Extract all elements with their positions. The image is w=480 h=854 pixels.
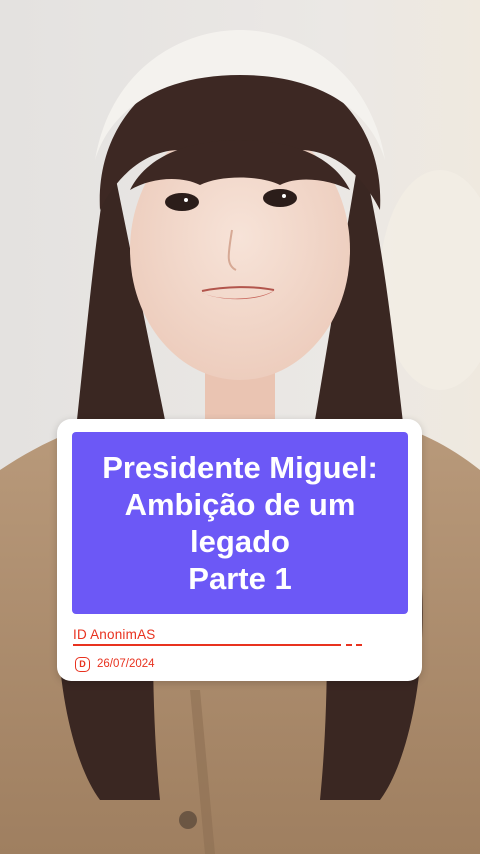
underline-dash [346, 644, 352, 646]
date-row: D 26/07/2024 [75, 655, 155, 673]
title-line-4: Parte 1 [188, 561, 292, 596]
document-icon: D [75, 656, 90, 672]
author-id-row: ID AnonimAS [73, 625, 363, 647]
title-line-1: Presidente Miguel: [102, 450, 378, 485]
author-underline [73, 644, 341, 646]
video-frame: Presidente Miguel: Ambição de um legado … [0, 0, 480, 854]
title-card: Presidente Miguel: Ambição de um legado … [57, 419, 422, 681]
title-line-3: legado [190, 524, 290, 559]
underline-dash [356, 644, 362, 646]
title-banner: Presidente Miguel: Ambição de um legado … [72, 432, 408, 614]
post-date: 26/07/2024 [97, 658, 155, 670]
title-line-2: Ambição de um [124, 487, 356, 522]
author-id-label: ID AnonimAS [73, 627, 156, 642]
